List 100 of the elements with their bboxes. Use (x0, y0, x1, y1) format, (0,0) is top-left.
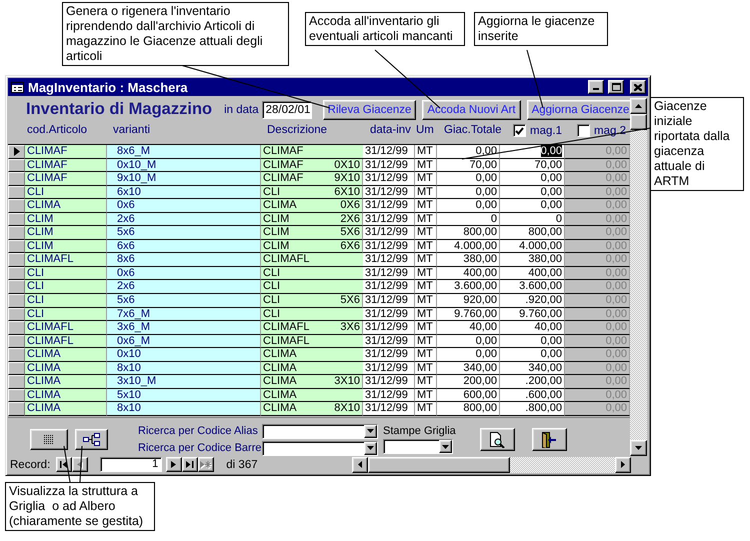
print-preview-icon (489, 432, 506, 448)
table-cell: CLIMA (261, 402, 329, 416)
row-selector[interactable] (8, 226, 25, 240)
table-cell: 380,00 (437, 253, 500, 267)
table-cell: CLIMA (261, 388, 363, 402)
table-cell: 800,00 (500, 226, 565, 240)
table-cell: MT (415, 226, 437, 240)
table-cell: 31/12/99 (363, 294, 415, 308)
table-cell: 31/12/99 (363, 172, 415, 186)
row-selector[interactable] (8, 253, 25, 267)
checkbox[interactable] (513, 124, 526, 137)
table-cell: 8x10 (107, 362, 261, 376)
table-cell: CLI (261, 294, 329, 308)
table-cell: MT (415, 294, 437, 308)
table-cell: 31/12/99 (363, 362, 415, 376)
table-cell: CLIMA (25, 375, 107, 389)
row-selector[interactable] (8, 402, 25, 416)
row-selector[interactable] (8, 334, 25, 348)
row-selector[interactable] (8, 388, 25, 402)
row-selector[interactable] (8, 308, 25, 322)
append-items-button[interactable]: Accoda Nuovi Art (422, 100, 521, 120)
down-arrow-icon (635, 446, 642, 450)
table-cell: 4.000,00 (500, 240, 565, 254)
check-icon (515, 126, 524, 134)
table-cell: MT (415, 334, 437, 348)
row-selector[interactable] (8, 348, 25, 362)
detect-stock-button[interactable]: Rileva Giacenze (322, 100, 416, 120)
tree-view-button[interactable] (75, 429, 108, 450)
leader-line (80, 446, 82, 482)
table-cell: CLIMAF (25, 145, 107, 159)
row-selector[interactable] (8, 321, 25, 335)
search-combo-field[interactable] (262, 424, 378, 438)
first-record-button[interactable] (56, 457, 72, 472)
scroll-right-button[interactable] (615, 456, 631, 472)
table-cell: 31/12/99 (363, 348, 415, 362)
print-preview-button[interactable] (480, 428, 515, 451)
checkbox[interactable] (577, 124, 590, 137)
row-selector[interactable] (8, 240, 25, 254)
table-cell: CLIMA (261, 348, 363, 362)
row-selector[interactable] (8, 172, 25, 186)
row-selector[interactable] (8, 145, 25, 159)
table-cell: 0,00 (565, 334, 630, 348)
vertical-scrollbar[interactable] (630, 98, 647, 456)
table-cell: CLIMAF (25, 158, 107, 172)
row-selector[interactable] (8, 280, 25, 294)
table-cell: 5x6 (107, 226, 261, 240)
table-cell: 0,00 (565, 266, 630, 280)
table-cell: 3x10_M (107, 375, 261, 389)
table-cell: 0,00 (437, 348, 500, 362)
table-cell: CLIMAFL (25, 321, 107, 335)
scroll-thumb[interactable] (630, 114, 647, 130)
table-cell: 340,00 (437, 362, 500, 376)
print-combo-field[interactable] (383, 439, 453, 454)
previous-record-button[interactable] (72, 457, 88, 472)
maximize-button[interactable] (608, 80, 624, 94)
horizontal-scrollbar[interactable] (352, 456, 631, 472)
table-cell: 6X6 (329, 240, 363, 254)
minimize-button[interactable] (588, 80, 604, 94)
table-cell: MT (415, 145, 437, 159)
column-header: Um (415, 124, 435, 136)
close-button[interactable] (630, 80, 646, 94)
record-label: Record: (10, 458, 50, 470)
table-cell: 31/12/99 (363, 308, 415, 322)
row-selector[interactable] (8, 212, 25, 226)
exit-door-icon (540, 432, 558, 448)
row-selector[interactable] (8, 266, 25, 280)
table-cell: 31/12/99 (363, 402, 415, 416)
row-selector[interactable] (8, 362, 25, 376)
row-selector[interactable] (8, 186, 25, 200)
record-number-field[interactable]: 1 (100, 457, 162, 472)
exit-button[interactable] (532, 428, 567, 451)
table-cell: 70,00 (500, 158, 565, 172)
row-selector[interactable] (8, 199, 25, 213)
table-cell: 31/12/99 (363, 280, 415, 294)
scroll-thumb[interactable] (368, 456, 510, 472)
row-selector[interactable] (8, 158, 25, 172)
search-combo-field[interactable] (262, 440, 378, 456)
table-cell: 31/12/99 (363, 145, 415, 159)
table-cell: 6x6 (107, 240, 261, 254)
close-icon (634, 84, 642, 90)
table-cell: 0,00 (500, 145, 565, 159)
table-cell: CLIMAF (261, 172, 329, 186)
date-field[interactable]: 28/02/01 (262, 100, 312, 118)
row-selector[interactable] (8, 294, 25, 308)
table-cell: 5x6 (107, 294, 261, 308)
table-cell: 31/12/99 (363, 186, 415, 200)
next-record-button[interactable] (166, 457, 182, 472)
scroll-left-button[interactable] (352, 456, 368, 472)
new-record-button[interactable] (198, 457, 214, 472)
table-cell: CLIMA (25, 348, 107, 362)
row-selector[interactable] (8, 375, 25, 389)
table-cell: MT (415, 362, 437, 376)
scroll-up-button[interactable] (630, 98, 647, 114)
table-cell: MT (415, 186, 437, 200)
table-cell: 8x10 (107, 402, 261, 416)
table-cell: 31/12/99 (363, 199, 415, 213)
table-cell: 9.760,00 (500, 308, 565, 322)
last-record-button[interactable] (182, 457, 198, 472)
grid-view-button[interactable] (30, 429, 68, 450)
scroll-down-button[interactable] (630, 440, 647, 456)
